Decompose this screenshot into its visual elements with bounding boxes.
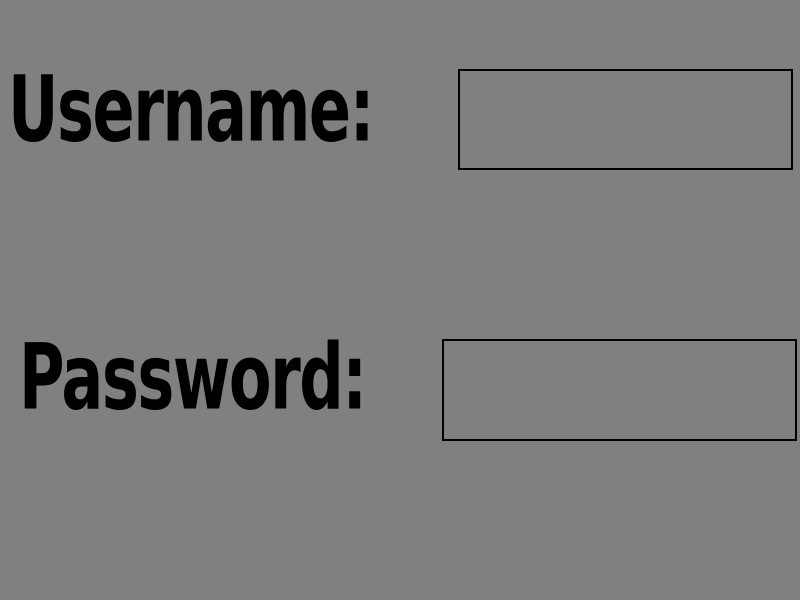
- password-input[interactable]: [442, 339, 797, 441]
- username-label: Username:: [8, 56, 374, 163]
- login-screen: Username: Password:: [0, 0, 800, 600]
- password-label: Password:: [19, 324, 367, 431]
- username-input[interactable]: [458, 69, 793, 170]
